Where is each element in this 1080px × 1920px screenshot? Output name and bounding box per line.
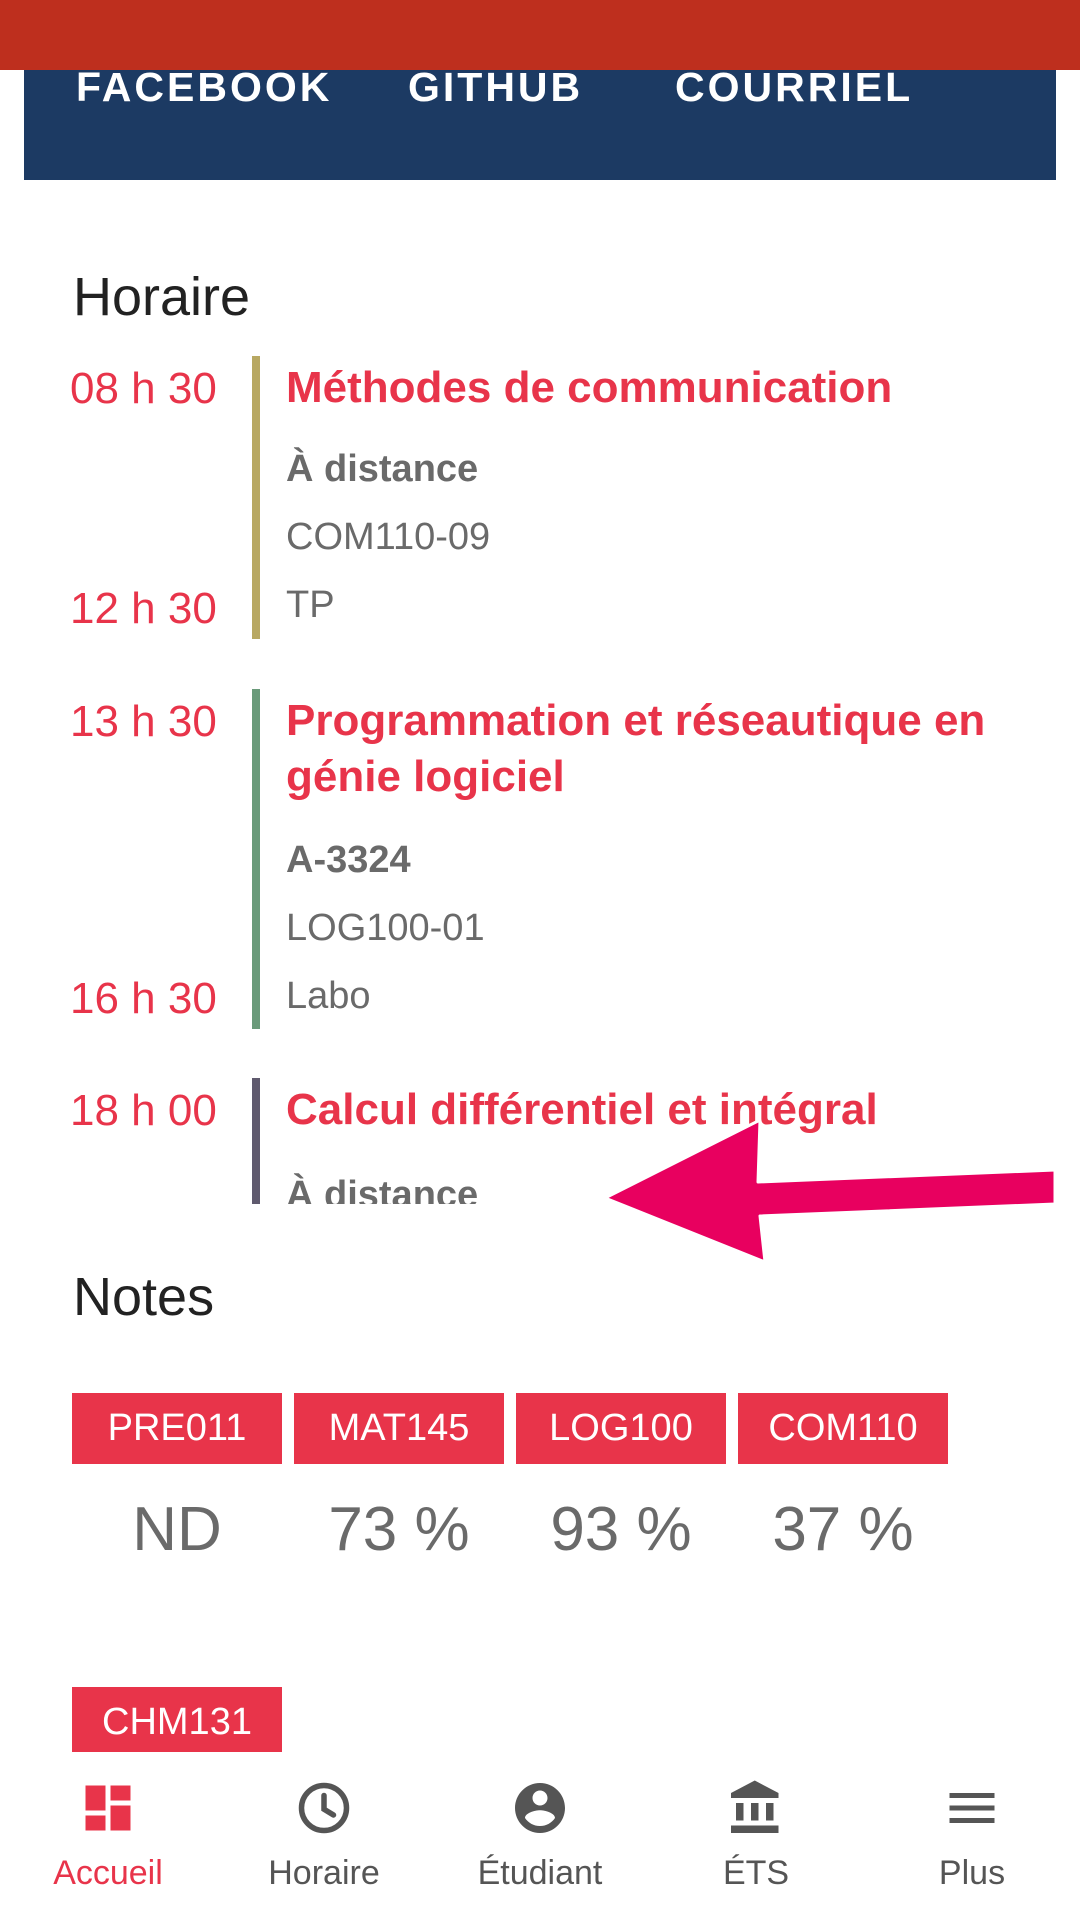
course-start-time: 18 h 00 (70, 1086, 217, 1135)
grade-item[interactable]: MAT145 73 % (294, 1393, 504, 1565)
course-location: À distance (286, 448, 479, 490)
course-type: TP (286, 584, 335, 626)
institution-icon (731, 1780, 779, 1833)
course-code: LOG100-01 (286, 907, 485, 949)
nav-label: Accueil (53, 1854, 163, 1892)
nav-item-etudiant[interactable]: Étudiant (432, 1752, 648, 1920)
grade-item[interactable]: PRE011 ND (72, 1393, 282, 1565)
grade-item[interactable]: LOG100 93 % (516, 1393, 726, 1565)
github-link[interactable]: GITHUB (408, 67, 583, 108)
course-start-time: 13 h 30 (70, 697, 217, 746)
nav-label: Étudiant (477, 1854, 603, 1892)
course-location: A-3324 (286, 839, 411, 881)
top-status-bar (0, 0, 1080, 70)
course-code: COM110-09 (286, 516, 491, 558)
course-color-bar (252, 689, 260, 1029)
clock-icon (298, 1782, 350, 1834)
course-color-bar (252, 1078, 260, 1204)
grade-value: 37 % (772, 1495, 914, 1564)
course-end-time: 16 h 30 (70, 974, 217, 1023)
nav-item-horaire[interactable]: Horaire (216, 1752, 432, 1920)
grade-value: 73 % (328, 1495, 470, 1564)
course-code-badge[interactable]: CHM131 (72, 1687, 282, 1758)
nav-label: Plus (938, 1854, 1006, 1892)
menu-icon (949, 1793, 995, 1823)
schedule-section-title: Horaire (73, 267, 251, 327)
nav-item-ets[interactable]: ÉTS (648, 1752, 864, 1920)
course-title: Programmation et réseautique en génie lo… (286, 696, 986, 801)
grade-value: 93 % (550, 1495, 692, 1564)
annotation-arrow-icon (603, 1120, 1057, 1264)
account-circle-icon (515, 1783, 565, 1833)
nav-item-plus[interactable]: Plus (864, 1752, 1080, 1920)
course-code-badge: MAT145 (294, 1393, 504, 1464)
schedule-list[interactable]: 08 h 30 12 h 30 Méthodes de communicatio… (0, 356, 1080, 1204)
course-code-badge: LOG100 (516, 1393, 726, 1464)
course-end-time: 12 h 30 (70, 584, 217, 633)
course-color-bar (252, 356, 260, 639)
bottom-navigation: Accueil Horaire Étudiant ÉTS Plus (0, 1752, 1080, 1920)
facebook-link[interactable]: FACEBOOK (76, 67, 332, 108)
social-links-card: FACEBOOK GITHUB COURRIEL (24, 67, 1056, 180)
email-link[interactable]: COURRIEL (675, 67, 913, 108)
course-title: Méthodes de communication (286, 363, 893, 412)
course-code-badge: PRE011 (72, 1393, 282, 1464)
course-start-time: 08 h 30 (70, 364, 217, 413)
dashboard-icon (85, 1785, 131, 1831)
course-location: À distance (286, 1174, 479, 1204)
grade-item[interactable]: COM110 37 % (738, 1393, 948, 1565)
nav-label: Horaire (268, 1854, 380, 1892)
course-type: Labo (286, 975, 371, 1017)
grade-value: ND (132, 1495, 222, 1564)
nav-label: ÉTS (722, 1854, 790, 1892)
course-code-badge: COM110 (738, 1393, 948, 1464)
nav-item-accueil[interactable]: Accueil (0, 1752, 216, 1920)
grades-section-title: Notes (73, 1267, 215, 1327)
